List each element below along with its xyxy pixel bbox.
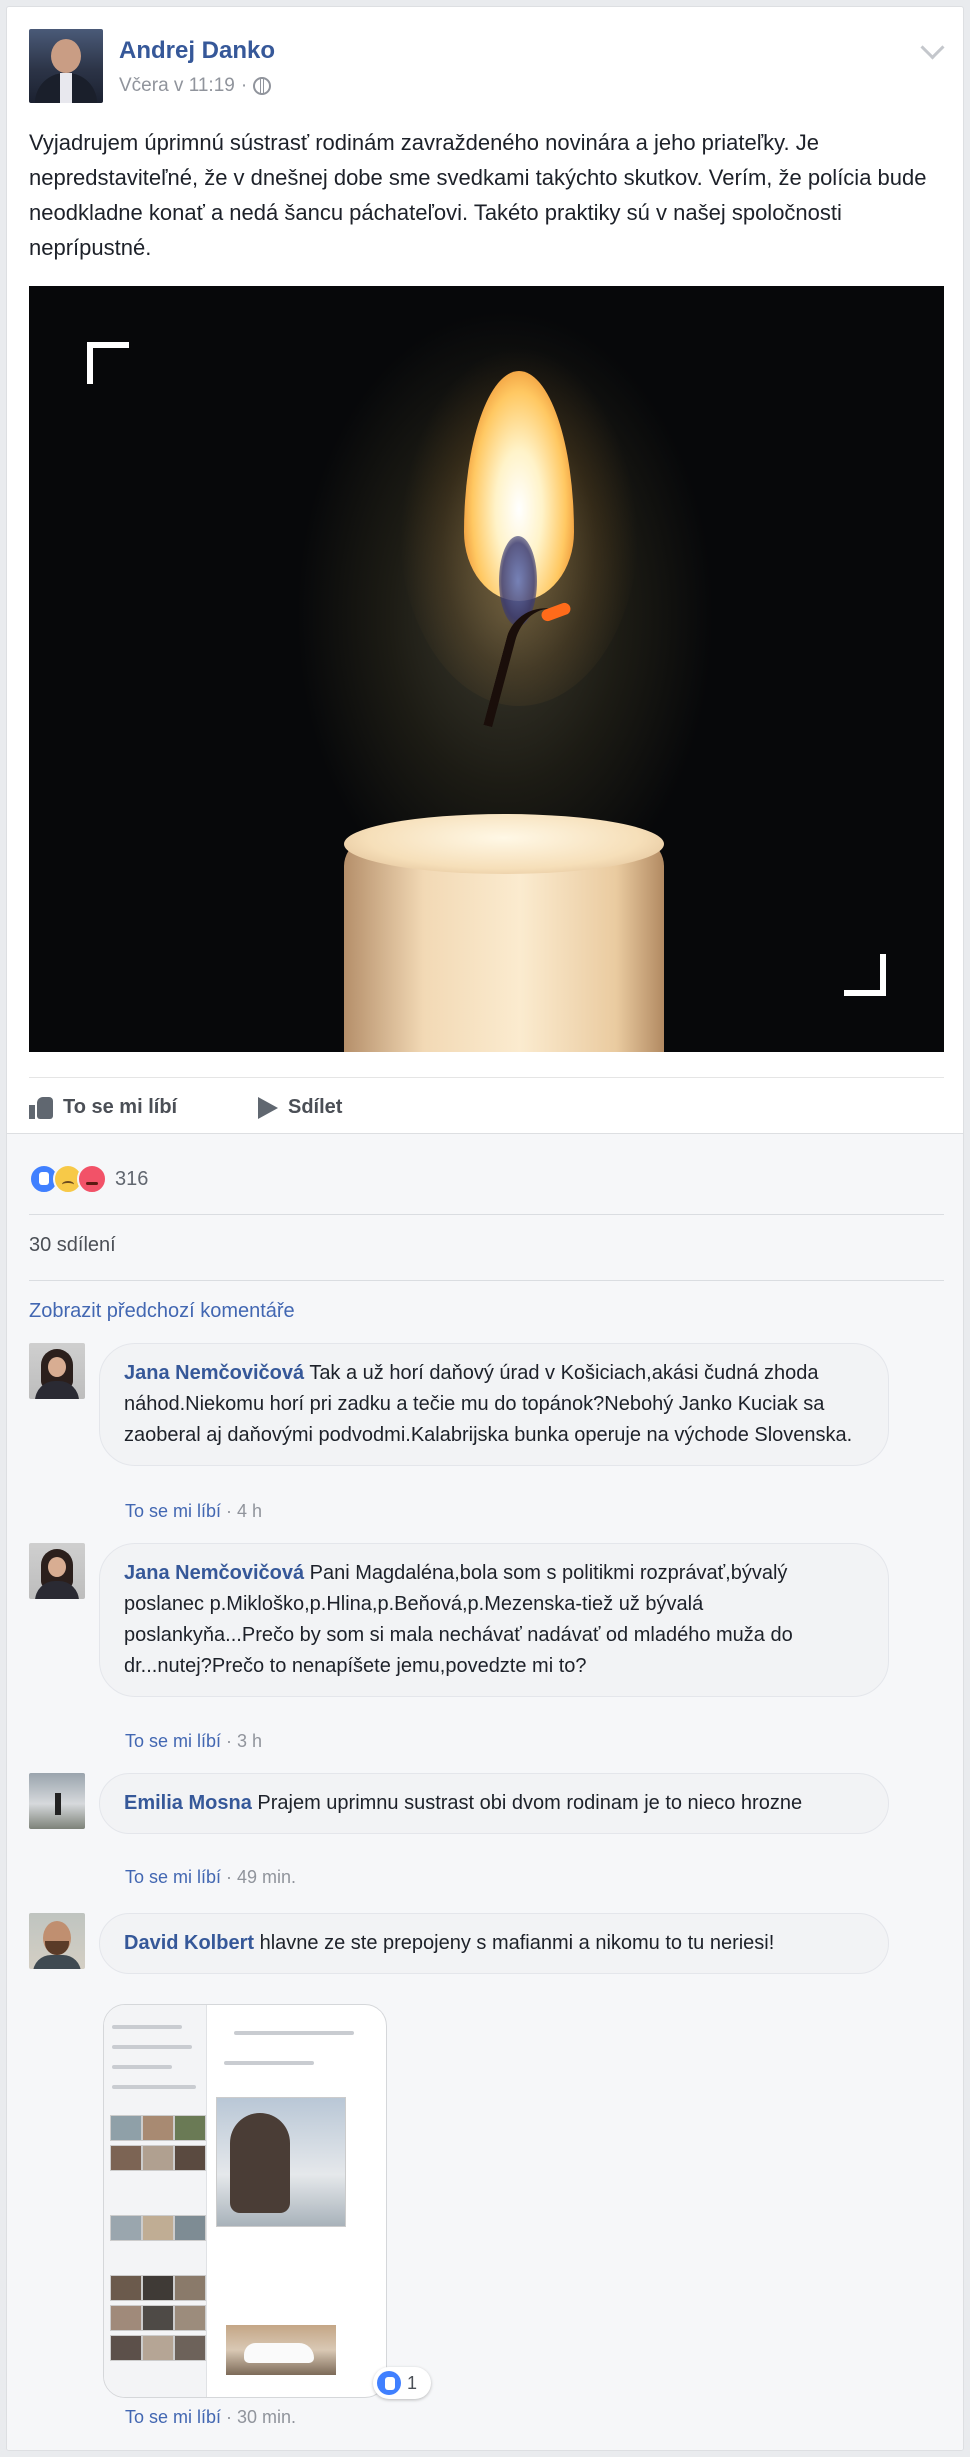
comment-text: hlavne ze ste prepojeny s mafianmi a nik… (259, 1932, 775, 1954)
like-button[interactable]: To se mi líbí (29, 1096, 177, 1119)
expand-corner-icon (87, 342, 129, 384)
like-label: To se mi líbí (63, 1096, 178, 1118)
comment-like-link[interactable]: To se mi líbí (125, 2407, 221, 2427)
comment-meta: To se mi líbí · 30 min. (125, 2407, 297, 2427)
thumbs-up-icon (29, 1096, 53, 1119)
post-meta: Včera v 11:19 · (119, 75, 272, 97)
attachment-reaction-badge[interactable]: 1 (373, 2367, 431, 2399)
attachment-reaction-count: 1 (407, 2372, 418, 2393)
post-timestamp[interactable]: Včera v 11:19 (119, 75, 235, 97)
comment: Emilia Mosna Prajem uprimnu sustrast obi… (29, 1773, 944, 1887)
commenter-avatar[interactable] (29, 1543, 85, 1599)
reaction-summary[interactable]: 316 (29, 1164, 148, 1194)
comment-like-link[interactable]: To se mi líbí (125, 1501, 221, 1521)
chevron-down-icon[interactable] (920, 35, 945, 60)
comment-bubble: Emilia Mosna Prajem uprimnu sustrast obi… (99, 1773, 889, 1834)
comment-meta: To se mi líbí · 49 min. (125, 1867, 297, 1887)
comment-age[interactable]: 3 h (237, 1731, 262, 1751)
reaction-count: 316 (115, 1167, 149, 1190)
commenter-avatar[interactable] (29, 1913, 85, 1969)
comment: Jana Nemčovičová Pani Magdaléna,bola som… (29, 1543, 944, 1751)
comment-like-link[interactable]: To se mi líbí (125, 1731, 221, 1751)
globe-icon (253, 77, 272, 95)
commenter-avatar[interactable] (29, 1343, 85, 1399)
comment-bubble: David Kolbert hlavne ze ste prepojeny s … (99, 1913, 889, 1974)
comment-bubble: Jana Nemčovičová Pani Magdaléna,bola som… (99, 1543, 889, 1697)
share-button[interactable]: Sdílet (254, 1096, 342, 1119)
comment-attachment-image[interactable] (103, 2004, 387, 2398)
view-previous-comments-link[interactable]: Zobrazit předchozí komentáře (29, 1300, 295, 1323)
author-avatar[interactable] (29, 29, 103, 103)
divider (29, 1214, 944, 1215)
share-label: Sdílet (288, 1096, 343, 1118)
divider (29, 1280, 944, 1281)
shares-count[interactable]: 30 sdílení (29, 1234, 116, 1257)
comment-text: Prajem uprimnu sustrast obi dvom rodinam… (257, 1792, 803, 1814)
comment-bubble: Jana Nemčovičová Tak a už horí daňový úr… (99, 1343, 889, 1466)
meta-separator: · (240, 75, 248, 96)
comment-age[interactable]: 30 min. (237, 2407, 296, 2427)
commenter-name[interactable]: Jana Nemčovičová (124, 1362, 304, 1384)
commenter-name[interactable]: David Kolbert (124, 1932, 254, 1954)
comment-like-link[interactable]: To se mi líbí (125, 1867, 221, 1887)
share-arrow-icon (258, 1096, 278, 1119)
expand-corner-icon (844, 954, 886, 996)
angry-reaction-icon (77, 1164, 107, 1194)
commenter-avatar[interactable] (29, 1773, 85, 1829)
comment-meta: To se mi líbí · 3 h (125, 1731, 263, 1751)
commenter-name[interactable]: Jana Nemčovičová (124, 1562, 304, 1584)
post-text: Vyjadrujem úprimnú sústrasť rodinám zavr… (29, 130, 927, 260)
commenter-name[interactable]: Emilia Mosna (124, 1792, 252, 1814)
comment-age[interactable]: 4 h (237, 1501, 262, 1521)
comment-age[interactable]: 49 min. (237, 1867, 296, 1887)
post-photo[interactable] (29, 286, 944, 1052)
comment-meta: To se mi líbí · 4 h (125, 1501, 263, 1521)
post-header: Andrej Danko Včera v 11:19 · (29, 29, 945, 109)
post-card: Andrej Danko Včera v 11:19 · Vyjadrujem … (6, 6, 964, 2451)
comment: Jana Nemčovičová Tak a už horí daňový úr… (29, 1343, 944, 1521)
comment: David Kolbert hlavne ze ste prepojeny s … (29, 1913, 944, 1993)
like-reaction-icon (377, 2371, 401, 2395)
author-name[interactable]: Andrej Danko (119, 37, 275, 65)
